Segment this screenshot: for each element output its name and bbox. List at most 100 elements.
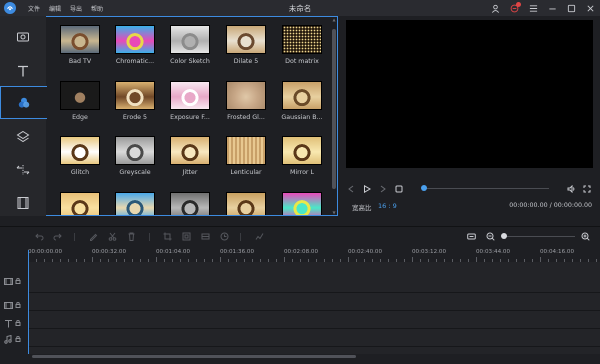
overlay-tool[interactable] <box>0 120 46 153</box>
split-icon[interactable] <box>107 231 118 242</box>
playhead[interactable] <box>28 250 29 358</box>
filter-item[interactable]: Erode 5 <box>110 81 160 121</box>
scroll-down-icon[interactable]: ▼ <box>332 210 336 215</box>
text-track-header <box>4 316 24 330</box>
next-frame-icon[interactable] <box>378 184 388 194</box>
prev-frame-icon[interactable] <box>346 184 356 194</box>
redo-icon[interactable] <box>52 231 63 242</box>
filter-thumbnail <box>226 192 266 215</box>
text-tool[interactable] <box>0 54 46 87</box>
menu-help[interactable]: 帮助 <box>91 4 103 13</box>
filter-item[interactable]: Color Sketch <box>165 25 215 65</box>
edit-icon[interactable] <box>88 231 99 242</box>
media-tool[interactable] <box>0 20 46 53</box>
timeline-tracks[interactable] <box>28 262 600 354</box>
zoom-in-icon[interactable] <box>580 231 591 242</box>
filter-thumbnail <box>115 192 155 215</box>
transition-tool[interactable] <box>0 153 46 186</box>
track-lock-icon[interactable] <box>15 320 21 326</box>
filter-item[interactable]: Glitch <box>55 136 105 176</box>
notification-dot <box>516 2 521 7</box>
filter-item[interactable]: Exposure F... <box>165 81 215 121</box>
video-preview[interactable] <box>346 20 593 168</box>
ruler-tick-label: 00:01:36.00 <box>220 249 255 255</box>
settings-menu-icon[interactable] <box>527 2 539 14</box>
filter-label: Lenticular <box>230 169 262 176</box>
menu-bar: 文件 编辑 导出 帮助 <box>28 4 112 13</box>
ruler-tick-label: 00:00:32.00 <box>92 249 127 255</box>
zoom-slider[interactable] <box>505 236 575 237</box>
filter-item[interactable]: Chromatic... <box>110 25 160 65</box>
filter-thumbnail <box>60 192 100 215</box>
delete-icon[interactable] <box>126 231 137 242</box>
track-divider <box>28 292 600 293</box>
timeline-scrollbar-thumb[interactable] <box>32 355 356 358</box>
filter-thumbnail <box>115 25 155 54</box>
minimize-icon[interactable] <box>546 2 558 14</box>
filter-item[interactable]: Frosted Gl... <box>221 81 271 121</box>
fit-timeline-icon[interactable] <box>466 231 477 242</box>
zoom-slider-knob[interactable] <box>501 233 507 239</box>
volume-icon[interactable] <box>566 184 576 194</box>
stop-icon[interactable] <box>394 184 404 194</box>
track-lock-icon[interactable] <box>15 278 21 284</box>
filter-label: Color Sketch <box>170 58 210 65</box>
music-track-header <box>4 332 24 346</box>
filter-item[interactable]: Lenticular <box>221 136 271 176</box>
filter-item[interactable] <box>165 192 215 215</box>
filter-label: Greyscale <box>119 169 151 176</box>
layers-icon <box>16 130 30 142</box>
filter-item[interactable] <box>221 192 271 215</box>
track-headers <box>0 262 28 354</box>
menu-edit[interactable]: 编辑 <box>49 4 61 13</box>
filter-tool[interactable] <box>0 86 47 119</box>
filter-item[interactable]: Gaussian B... <box>277 81 327 121</box>
seek-bar[interactable] <box>421 185 549 191</box>
scrollbar-thumb[interactable] <box>332 29 336 189</box>
play-icon[interactable] <box>362 184 372 194</box>
menu-export[interactable]: 导出 <box>70 4 82 13</box>
filter-item[interactable]: Jitter <box>165 136 215 176</box>
timeline-ruler[interactable]: 00:00:00.00 00:00:32.00 00:01:04.00 00:01:3… <box>28 248 600 262</box>
fullscreen-icon[interactable] <box>582 184 592 194</box>
filter-item[interactable]: Mirror L <box>277 136 327 176</box>
user-icon[interactable] <box>489 2 501 14</box>
filter-thumbnail <box>170 192 210 215</box>
filter-item[interactable] <box>110 192 160 215</box>
track-lock-icon[interactable] <box>15 336 21 342</box>
track-lock-icon[interactable] <box>15 302 21 308</box>
menu-file[interactable]: 文件 <box>28 4 40 13</box>
filter-item[interactable] <box>277 192 327 215</box>
scroll-up-icon[interactable]: ▲ <box>332 17 336 22</box>
ruler-tick-label: 00:02:08.00 <box>284 249 319 255</box>
timecode: 00:00:00.00 / 00:00:00.00 <box>509 202 592 209</box>
filter-label: Erode 5 <box>122 114 148 121</box>
filter-item[interactable]: Bad TV <box>55 25 105 65</box>
media-icon <box>17 32 29 41</box>
filter-thumbnail <box>60 25 100 54</box>
filter-scrollbar[interactable]: ▲ ▼ <box>332 17 336 215</box>
message-icon[interactable] <box>508 2 521 14</box>
filter-label: Dot matrix <box>285 58 319 65</box>
undo-icon[interactable] <box>34 231 45 242</box>
element-tool[interactable] <box>0 186 46 219</box>
mosaic-icon[interactable] <box>181 231 192 242</box>
duration-icon[interactable] <box>219 231 230 242</box>
filter-item[interactable] <box>55 192 105 215</box>
ruler-tick-label: 00:01:04.00 <box>156 249 191 255</box>
filter-item[interactable]: Greyscale <box>110 136 160 176</box>
filter-item[interactable]: Dot matrix <box>277 25 327 65</box>
player-controls <box>346 180 596 198</box>
zoom-out-icon[interactable] <box>485 231 496 242</box>
aspect-ratio-select[interactable]: 16 : 9 <box>378 202 397 210</box>
filter-thumbnail <box>170 81 210 110</box>
maximize-icon[interactable] <box>565 2 577 14</box>
filter-item[interactable]: Dilate 5 <box>221 25 271 65</box>
close-icon[interactable] <box>584 2 596 14</box>
freeze-frame-icon[interactable] <box>200 231 211 242</box>
crop-icon[interactable] <box>162 231 173 242</box>
voiceover-icon[interactable] <box>254 231 265 242</box>
filter-item[interactable]: Edge <box>55 81 105 121</box>
seek-knob[interactable] <box>421 185 427 191</box>
filter-panel: Bad TV Chromatic... Color Sketch Dilate 5 Do… <box>46 16 338 216</box>
